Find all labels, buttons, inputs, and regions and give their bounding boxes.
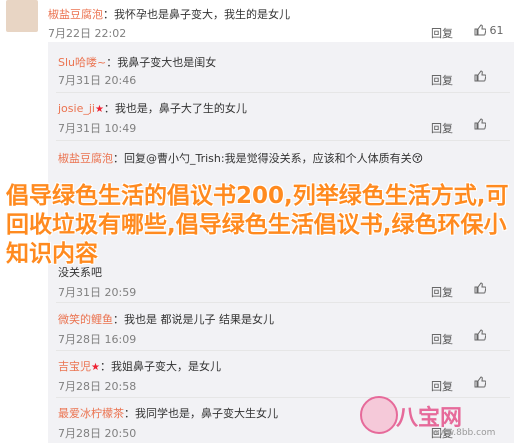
- replier-name[interactable]: josie_ji: [58, 102, 95, 115]
- like-button[interactable]: [474, 329, 486, 342]
- reply-item: 微笑的鲤鱼：我也是 都说是儿子 结果是女儿: [58, 311, 274, 327]
- mascot-icon: [360, 396, 398, 434]
- replier-name[interactable]: Slu哈喽~: [58, 56, 106, 69]
- watermark-url: www.8bb.com: [432, 428, 496, 438]
- like-button[interactable]: [474, 282, 486, 295]
- like-button[interactable]: [474, 376, 486, 389]
- reply-item: Slu哈喽~：我鼻子变大也是闺女: [58, 54, 216, 70]
- thumbs-up-icon: [474, 329, 486, 341]
- divider: [56, 140, 510, 141]
- comment-thread: 椒盐豆腐泡：我怀孕也是鼻子变大，我生的是女儿 7月22日 22:02 回复 61…: [0, 0, 514, 443]
- reply-text: ：我鼻子变大也是闺女: [106, 56, 217, 69]
- thumbs-up-icon: [474, 282, 486, 294]
- thumbs-up-icon: [474, 118, 486, 130]
- emoji-icon: 😚: [411, 152, 424, 165]
- reply-item: 椒盐豆腐泡：回复@曹小勺_Trish:我是觉得没关系，应该和个人体质有关😚: [58, 150, 423, 166]
- reply-time: 7月28日 20:50: [58, 427, 137, 440]
- reply-text: ：我也是，鼻子大了生的女儿: [103, 102, 247, 115]
- like-button[interactable]: [474, 70, 486, 83]
- reply-text: ：回复@曹小勺_Trish:我是觉得没关系，应该和个人体质有关: [113, 152, 412, 165]
- reply-text: ：我同学也是，鼻子变大生女儿: [124, 407, 278, 420]
- divider: [56, 302, 510, 303]
- overlay-headline: 倡导绿色生活的倡议书200,列举绿色生活方式,可回收垃圾有哪些,倡导绿色生活倡议…: [6, 183, 509, 267]
- like-count: 61: [489, 24, 504, 37]
- divider: [56, 92, 510, 93]
- avatar[interactable]: [6, 0, 38, 32]
- like-button[interactable]: 61: [474, 24, 504, 37]
- reply-button[interactable]: 回复: [431, 120, 453, 136]
- reply-button[interactable]: 回复: [431, 72, 453, 88]
- reply-time: 7月31日 10:49: [58, 122, 137, 135]
- reply-time: 7月31日 20:59: [58, 286, 137, 299]
- reply-time: 7月28日 20:58: [58, 380, 137, 393]
- reply-time: 7月28日 16:09: [58, 333, 137, 346]
- vip-star-icon: ★: [94, 104, 104, 115]
- reply-button[interactable]: 回复: [431, 331, 453, 347]
- commenter-name[interactable]: 椒盐豆腐泡: [48, 8, 103, 21]
- thumbs-up-icon: [474, 24, 486, 36]
- replier-name[interactable]: 最爱冰柠檬茶: [58, 407, 124, 420]
- site-watermark: 八宝网 www.8bb.com: [352, 394, 512, 443]
- reply-time: 7月31日 20:46: [58, 74, 137, 87]
- replier-name[interactable]: 吉宝児: [58, 360, 91, 373]
- like-button[interactable]: [474, 118, 486, 131]
- reply-item: 吉宝児★：我姐鼻子变大，是女儿: [58, 358, 221, 374]
- divider: [56, 350, 510, 351]
- reply-button[interactable]: 回复: [431, 284, 453, 300]
- replier-name[interactable]: 椒盐豆腐泡: [58, 152, 113, 165]
- comment-text: ：我怀孕也是鼻子变大，我生的是女儿: [103, 8, 290, 21]
- vip-star-icon: ★: [91, 362, 100, 373]
- reply-button[interactable]: 回复: [431, 25, 453, 41]
- reply-text: ：我姐鼻子变大，是女儿: [99, 360, 221, 373]
- reply-text: ：我也是 都说是儿子 结果是女儿: [113, 313, 274, 326]
- reply-item: 最爱冰柠檬茶：我同学也是，鼻子变大生女儿: [58, 405, 278, 421]
- reply-button[interactable]: 回复: [431, 378, 453, 394]
- replier-name[interactable]: 微笑的鲤鱼: [58, 313, 113, 326]
- comment-time: 7月22日 22:02: [48, 27, 127, 40]
- reply-item: josie_ji★：我也是，鼻子大了生的女儿: [58, 100, 247, 116]
- thumbs-up-icon: [474, 70, 486, 82]
- top-comment: 椒盐豆腐泡：我怀孕也是鼻子变大，我生的是女儿 7月22日 22:02 回复 61: [0, 0, 514, 42]
- thumbs-up-icon: [474, 376, 486, 388]
